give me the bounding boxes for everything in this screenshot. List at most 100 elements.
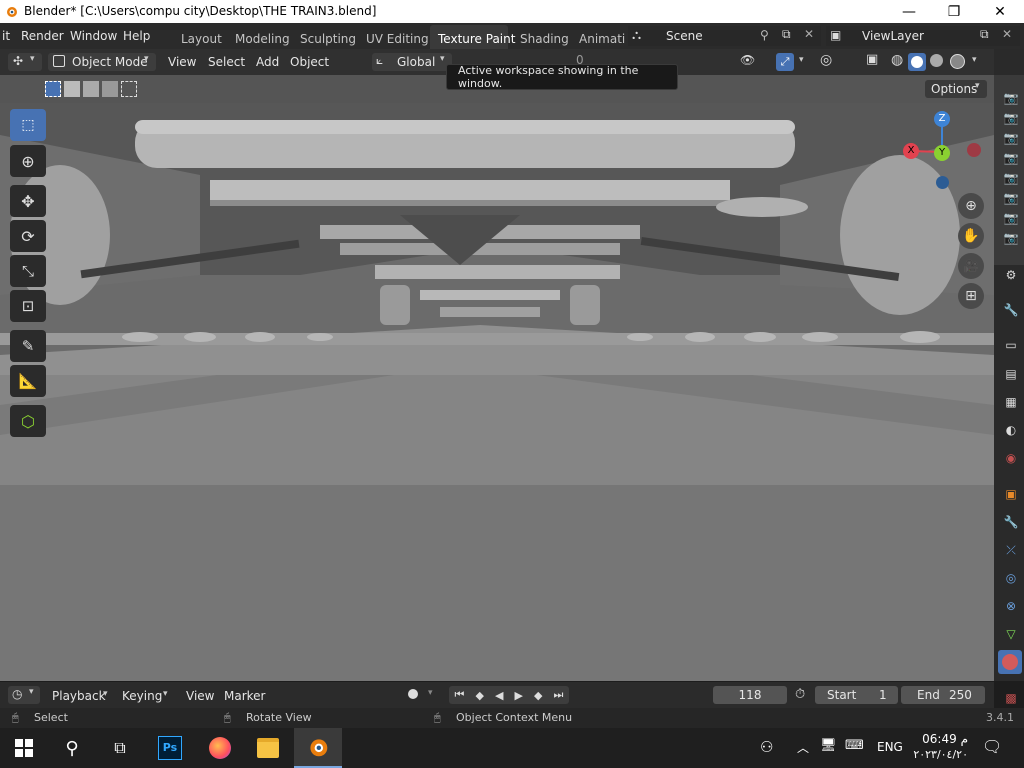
render-icon[interactable]: ▭ [1003,337,1019,353]
tool-annotate[interactable]: ✎ [10,330,46,362]
select-subtract-icon[interactable] [83,81,99,97]
jump-end-icon[interactable]: ⏭ [554,688,564,702]
remove-view-layer-icon[interactable]: ✕ [1002,27,1012,41]
output-icon[interactable]: ▤ [1003,366,1019,382]
material-shading-icon[interactable] [930,54,943,67]
3d-viewport[interactable]: ⬚ ⊕ ✥ ⟳ ⤡ ⊡ ✎ 📐 ⬡ Options ▾ Z X Y ⊕ ✋ 🎥 … [0,75,994,681]
scene-props-icon[interactable]: ◐ [1003,422,1019,438]
texture-icon[interactable]: ▩ [1003,690,1019,706]
people-icon[interactable]: ⚇ [760,738,773,756]
tool-transform[interactable]: ⊡ [10,290,46,322]
view-layer-selector[interactable]: ▣ ViewLayer ⧉ ✕ [826,26,1020,46]
tool-rotate[interactable]: ⟳ [10,220,46,252]
tool-scale[interactable]: ⤡ [10,255,46,287]
file-explorer-icon[interactable] [244,728,292,768]
menu-window[interactable]: Window [70,29,117,43]
chevron-down-icon[interactable]: ▾ [799,55,804,65]
gizmo-neg-z-axis[interactable] [936,176,949,189]
editor-type-dropdown[interactable]: ✣ ▾ [8,53,42,71]
camera-icon[interactable]: 📷 [1003,150,1019,166]
start-button[interactable] [0,728,48,768]
play-icon[interactable]: ▶ [515,689,523,702]
gizmo-x-axis[interactable]: X [903,143,919,159]
minimize-button[interactable]: — [886,0,932,23]
play-reverse-icon[interactable]: ◀ [495,689,503,702]
tab-sculpting[interactable]: Sculpting [300,32,356,46]
keyboard-icon[interactable]: ⌨ [845,738,864,753]
options-dropdown[interactable]: Options ▾ [925,80,987,98]
gizmo-z-axis[interactable]: Z [934,111,950,127]
chevron-down-icon[interactable]: ▾ [163,689,168,699]
task-view-icon[interactable]: ⧉ [96,728,144,768]
object-props-icon[interactable]: ▣ [1003,486,1019,502]
modifier-icon[interactable]: 🔧 [1003,514,1019,530]
new-scene-icon[interactable]: ⧉ [782,27,791,42]
menu-edit[interactable]: it [2,29,10,43]
show-hidden-icons-chevron[interactable]: ︿ [797,739,809,756]
header-menu-view[interactable]: View [168,55,196,69]
tool-measure[interactable]: 📐 [10,365,46,397]
maximize-button[interactable]: ❐ [931,0,977,23]
current-frame-field[interactable]: 118 [713,686,787,704]
transform-orientation-dropdown[interactable]: ⟀ Global ▾ [372,53,452,71]
object-data-icon[interactable]: ▽ [1003,626,1019,642]
mode-dropdown[interactable]: Object Mode ▾ [48,53,156,71]
particles-icon[interactable]: ⤫ [1003,542,1019,558]
photoshop-icon[interactable]: Ps [146,728,194,768]
view-layer-props-icon[interactable]: ▦ [1003,394,1019,410]
tool-select-box[interactable]: ⬚ [10,109,46,141]
zoom-icon[interactable]: ⊕ [958,193,984,219]
camera-icon[interactable]: 📷 [1003,230,1019,246]
timeline-editor-type[interactable]: ◷ ▾ [8,686,40,704]
tool-add-cube[interactable]: ⬡ [10,405,46,437]
select-intersect-icon[interactable] [121,81,137,97]
chevron-down-icon[interactable]: ▾ [428,688,433,698]
header-menu-object[interactable]: Object [290,55,329,69]
clock-time[interactable]: 06:49 م [918,732,968,746]
pin-icon[interactable]: ⚲ [760,28,769,42]
firefox-icon[interactable] [196,728,244,768]
header-menu-select[interactable]: Select [208,55,245,69]
xray-icon[interactable]: ▣ [866,52,878,67]
new-view-layer-icon[interactable]: ⧉ [980,27,989,42]
navigation-gizmo[interactable]: Z X Y [900,111,990,195]
physics-icon[interactable]: ◎ [1003,570,1019,586]
constraints-icon[interactable]: ⊗ [1003,598,1019,614]
header-menu-add[interactable]: Add [256,55,279,69]
stopwatch-icon[interactable]: ⏱ [795,687,805,702]
camera-icon[interactable]: 📷 [1003,190,1019,206]
tab-texture-paint[interactable]: Texture Paint [438,32,515,46]
timeline-menu-keying[interactable]: Keying [122,689,162,703]
wrench-tool-icon[interactable]: 🔧 [1003,302,1019,318]
next-keyframe-icon[interactable]: ◆ [534,689,542,702]
gizmo-y-axis[interactable]: Y [934,145,950,161]
wireframe-shading-icon[interactable]: ◍ [891,52,903,68]
clock-date[interactable]: ٢٠٢٣/٠٤/٢٠ [910,748,968,761]
chevron-down-icon[interactable]: ▾ [972,55,977,65]
camera-view-icon[interactable]: 🎥 [958,253,984,279]
menu-help[interactable]: Help [123,29,150,43]
camera-icon[interactable]: 📷 [1003,170,1019,186]
tab-shading[interactable]: Shading [520,32,569,46]
rendered-shading-icon[interactable] [950,54,965,69]
notification-center-icon[interactable]: 🗨 [982,737,1002,756]
tool-cursor[interactable]: ⊕ [10,145,46,177]
tab-modeling[interactable]: Modeling [235,32,290,46]
record-icon[interactable] [408,689,418,699]
prev-keyframe-icon[interactable]: ◆ [475,689,483,702]
solid-shading-icon[interactable] [908,53,926,71]
menu-render[interactable]: Render [21,29,64,43]
camera-icon[interactable]: 📷 [1003,90,1019,106]
select-invert-icon[interactable] [102,81,118,97]
camera-icon[interactable]: 📷 [1003,110,1019,126]
tool-move[interactable]: ✥ [10,185,46,217]
select-extend-icon[interactable] [64,81,80,97]
tab-animation[interactable]: Animati [579,32,625,46]
timeline-menu-marker[interactable]: Marker [224,689,265,703]
search-icon[interactable]: ⚲ [48,728,96,768]
perspective-toggle-icon[interactable]: ⊞ [958,283,984,309]
timeline-menu-view[interactable]: View [186,689,214,703]
tool-settings-icon[interactable]: ⚙ [1003,267,1019,283]
input-language[interactable]: ENG [877,740,903,754]
visibility-icon[interactable]: 👁 [740,53,755,67]
